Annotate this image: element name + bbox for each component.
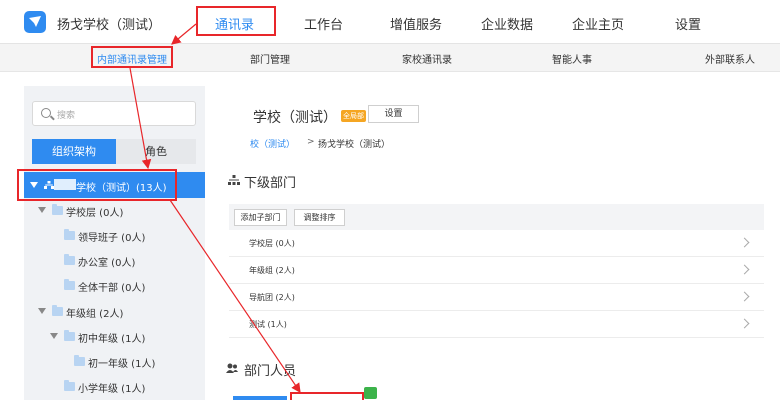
page-title: 学校（测试）: [253, 110, 337, 126]
nav-workbench[interactable]: 工作台: [304, 14, 343, 33]
department-row[interactable]: 导航团 (2人): [229, 284, 764, 311]
department-members-heading: 部门人员: [244, 364, 297, 379]
users-icon: [226, 363, 238, 373]
subnav-smart-hr[interactable]: 智能人事: [552, 51, 592, 66]
department-label: 测试 (1人): [249, 320, 287, 329]
search-input[interactable]: 搜索: [32, 101, 196, 126]
folder-icon: [64, 254, 75, 265]
department-row[interactable]: 学校层 (0人): [229, 230, 764, 257]
tree-node[interactable]: 年级组 (2人): [66, 305, 123, 320]
highlight-box-tree-root: [17, 169, 177, 201]
nav-enterprise-data[interactable]: 企业数据: [481, 14, 533, 33]
top-nav-bar: 扬戈学校（测试） 通讯录 工作台 增值服务 企业数据 企业主页 设置: [0, 0, 780, 44]
tab-org-structure[interactable]: 组织架构: [32, 139, 116, 164]
folder-icon: [64, 330, 75, 341]
department-row[interactable]: 测试 (1人): [229, 311, 764, 338]
tree-node[interactable]: 初中年级 (1人): [78, 330, 145, 345]
notification-badge: [364, 387, 377, 399]
tree-node[interactable]: 办公室 (0人): [78, 254, 135, 269]
highlight-box-nav: [196, 6, 276, 36]
folder-icon: [52, 204, 63, 215]
breadcrumb-separator: >: [307, 137, 315, 147]
add-subdepartment-button[interactable]: 添加子部门: [234, 209, 287, 226]
highlight-box-bottom: [290, 392, 364, 400]
status-badge: 全局部: [341, 110, 366, 122]
company-name[interactable]: 扬戈学校（测试）: [57, 14, 161, 33]
tree-node[interactable]: 领导班子 (0人): [78, 229, 145, 244]
subnav-external-contacts[interactable]: 外部联系人: [705, 51, 755, 66]
folder-icon: [64, 229, 75, 240]
folder-icon: [74, 355, 85, 366]
breadcrumb-current: 扬戈学校（测试）: [318, 140, 391, 150]
subnav-department-management[interactable]: 部门管理: [250, 51, 290, 66]
department-label: 学校层 (0人): [249, 239, 295, 248]
department-row[interactable]: 年级组 (2人): [229, 257, 764, 284]
chevron-right-icon: [739, 291, 750, 302]
tree-node[interactable]: 全体干部 (0人): [78, 279, 145, 294]
highlight-box-subnav: [91, 46, 173, 68]
tab-roles[interactable]: 角色: [116, 139, 196, 164]
reorder-button[interactable]: 调整排序: [294, 209, 345, 226]
folder-icon: [64, 380, 75, 391]
department-label: 年级组 (2人): [249, 266, 295, 275]
breadcrumb-link[interactable]: 校（测试）: [250, 137, 295, 150]
folder-icon: [52, 305, 63, 316]
primary-action-button[interactable]: [233, 396, 287, 400]
search-placeholder: 搜索: [57, 111, 76, 121]
settings-button[interactable]: 设置: [368, 105, 419, 123]
chevron-right-icon: [739, 264, 750, 275]
tree-node[interactable]: 学校层 (0人): [66, 204, 123, 219]
subnav-home-school-contacts[interactable]: 家校通讯录: [402, 51, 452, 66]
chevron-right-icon: [739, 318, 750, 329]
folder-icon: [64, 279, 75, 290]
app-logo-icon[interactable]: [24, 11, 46, 33]
department-label: 导航团 (2人): [249, 293, 295, 302]
nav-settings[interactable]: 设置: [675, 14, 701, 33]
subdepartments-heading: 下级部门: [244, 176, 297, 191]
org-chart-icon: [228, 175, 240, 185]
search-icon: [41, 108, 51, 118]
expand-arrow-icon[interactable]: [38, 207, 46, 213]
chevron-right-icon: [739, 237, 750, 248]
expand-arrow-icon[interactable]: [38, 308, 46, 314]
tree-node[interactable]: 初一年级 (1人): [88, 355, 155, 370]
nav-enterprise-home[interactable]: 企业主页: [572, 14, 624, 33]
nav-value-services[interactable]: 增值服务: [390, 14, 442, 33]
tree-node[interactable]: 小学年级 (1人): [78, 380, 145, 395]
app-window: 扬戈学校（测试） 通讯录 工作台 增值服务 企业数据 企业主页 设置 内部通讯录…: [0, 0, 780, 400]
expand-arrow-icon[interactable]: [50, 333, 58, 339]
